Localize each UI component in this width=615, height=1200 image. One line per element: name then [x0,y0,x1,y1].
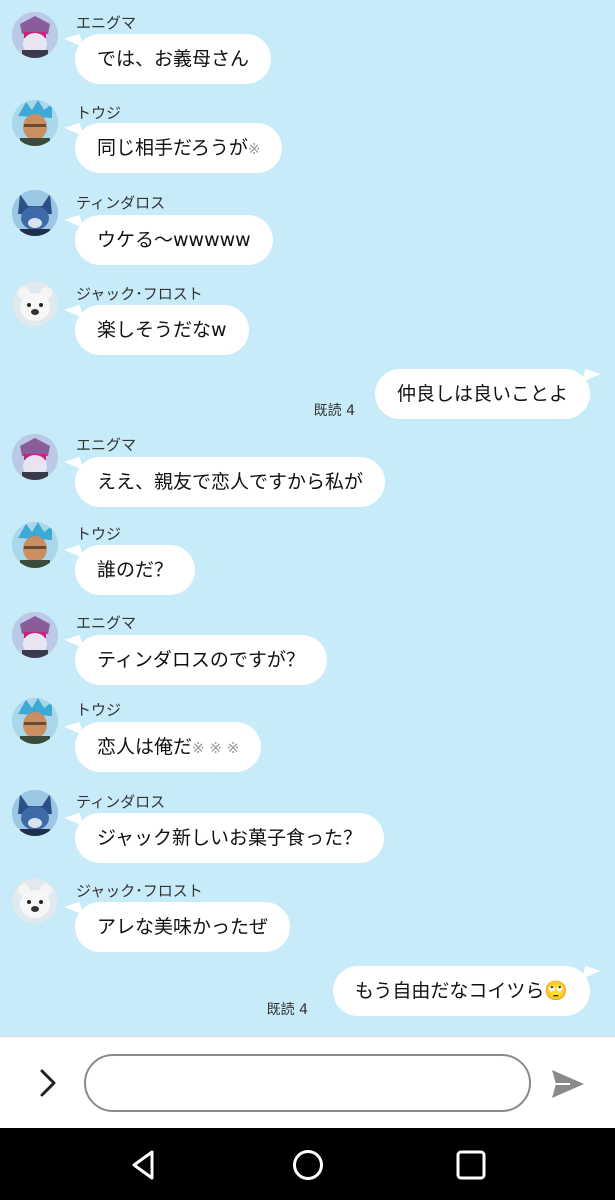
system-nav-bar [0,1128,615,1200]
chevron-right-icon [40,1069,56,1097]
message-text: 仲良しは良いことよ [396,383,568,405]
sender-name: エニグマ [76,436,137,454]
message-text: 誰のだ？ [97,559,174,581]
avatar-touji-icon [12,522,58,568]
send-button[interactable] [548,1066,588,1102]
message-text: ティンダロスのですが？ [97,649,305,671]
avatar-touji[interactable] [12,100,58,146]
home-circle-icon [293,1150,323,1180]
avatar-touji[interactable] [12,522,58,568]
anger-mark-icon: ※ ※ ※ [192,739,240,757]
message-bubble[interactable]: ティンダロスのですが？ [75,635,327,685]
sender-name: ジャック･フロスト [76,285,203,303]
message-input[interactable] [84,1054,531,1112]
avatar-enigma[interactable] [12,434,58,480]
avatar-jack-icon [12,281,58,327]
message-bubble[interactable]: 誰のだ？ [75,545,196,595]
message-text: ええ、親友で恋人ですから私が [97,471,364,493]
avatar-jack[interactable] [12,281,58,327]
chat-area[interactable]: エニグマ では、お義母さん トウジ 同じ相手だろうが※ ティンダロス ウケる〜w… [0,0,615,1036]
avatar-touji-icon [12,100,58,146]
sender-name: エニグマ [76,14,137,32]
message-text: アレな美味かったぜ [97,916,269,938]
avatar-tindalos[interactable] [12,190,58,236]
message-bubble[interactable]: では、お義母さん [75,34,272,84]
nav-home-button[interactable] [290,1147,326,1183]
sender-name: トウジ [76,104,122,122]
message-text: もう自由だなコイツら [354,980,545,1002]
message-bubble[interactable]: 楽しそうだなw [75,305,249,355]
sender-name: トウジ [76,701,122,719]
message-bubble[interactable]: ええ、親友で恋人ですから私が [75,457,386,507]
read-receipt: 既読 4 [266,1002,308,1018]
sender-name: エニグマ [76,614,137,632]
nav-back-button[interactable] [126,1147,162,1183]
message-text: 恋人は俺だ [97,736,193,758]
anger-mark-icon: ※ [247,140,261,158]
nav-recents-button[interactable] [453,1147,489,1183]
message-bubble[interactable]: もう自由だなコイツら🙄 [332,966,590,1016]
avatar-tindalos[interactable] [12,790,58,836]
avatar-touji[interactable] [12,698,58,744]
avatar-tindalos-icon [12,190,58,236]
avatar-enigma[interactable] [12,12,58,58]
rolling-eyes-emoji-icon: 🙄 [544,980,568,1002]
avatar-enigma[interactable] [12,612,58,658]
message-text: 楽しそうだなw [97,319,227,341]
avatar-jack[interactable] [12,878,58,924]
recents-square-icon [456,1150,486,1180]
avatar-jack-icon [12,878,58,924]
message-bubble[interactable]: 同じ相手だろうが※ [75,123,283,173]
message-bubble[interactable]: ジャック新しいお菓子食った？ [75,813,385,863]
message-bubble[interactable]: 仲良しは良いことよ [374,369,590,419]
message-bubble[interactable]: 恋人は俺だ※ ※ ※ [75,722,262,772]
sender-name: ティンダロス [76,194,166,212]
message-text: ウケる〜wwwww [97,229,251,251]
sender-name: トウジ [76,525,122,543]
back-triangle-icon [132,1150,154,1180]
message-text: ジャック新しいお菓子食った？ [97,827,363,849]
message-text: 同じ相手だろうが [97,137,248,159]
message-bubble[interactable]: アレな美味かったぜ [75,902,291,952]
message-text: では、お義母さん [97,48,250,70]
avatar-touji-icon [12,698,58,744]
avatar-tindalos-icon [12,790,58,836]
avatar-enigma-icon [12,434,58,480]
avatar-enigma-icon [12,612,58,658]
send-icon [552,1070,584,1098]
expand-button[interactable] [30,1065,66,1101]
avatar-enigma-icon [12,12,58,58]
sender-name: ジャック･フロスト [76,882,203,900]
message-bubble[interactable]: ウケる〜wwwww [75,215,273,265]
read-receipt: 既読 4 [313,403,355,419]
message-input-bar [0,1036,615,1129]
sender-name: ティンダロス [76,793,166,811]
